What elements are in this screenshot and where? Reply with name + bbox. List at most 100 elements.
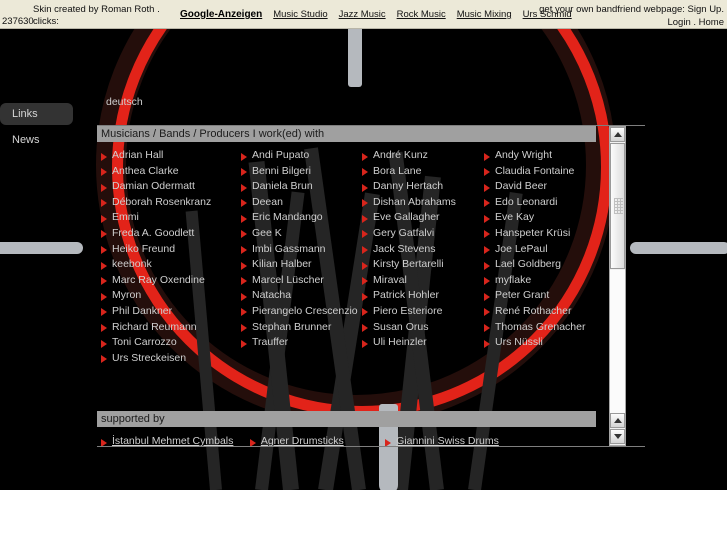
list-item[interactable]: Giannini Swiss Drums	[383, 434, 499, 446]
page-root: Skin created by Roman Roth . clicks: 237…	[0, 0, 727, 545]
scrollbar-track[interactable]	[610, 270, 625, 413]
scrollbar-grip-icon	[614, 198, 623, 214]
list-item[interactable]: Bora Lane	[360, 164, 482, 180]
list-item[interactable]: Urs Streckeisen	[99, 351, 239, 367]
list-item[interactable]: Jack Stevens	[360, 242, 482, 258]
login-link[interactable]: Login	[667, 17, 690, 28]
skin-credit-text: Skin created by Roman Roth . clicks:	[33, 4, 160, 27]
home-link[interactable]: Home	[699, 17, 724, 28]
list-item[interactable]: Gery Gatfalvi	[360, 226, 482, 242]
list-item[interactable]: Andi Pupato	[239, 148, 359, 164]
scroll-down-button[interactable]	[610, 429, 625, 444]
list-item[interactable]: Eve Gallagher	[360, 210, 482, 226]
chevron-up-icon	[613, 418, 622, 423]
scroll-up-button[interactable]	[610, 127, 625, 142]
google-ads-row: Google-Anzeigen Music Studio Jazz Music Roc…	[180, 9, 583, 20]
list-item[interactable]: Myron	[99, 288, 239, 304]
list-item[interactable]: Benni Bilgeri	[239, 164, 359, 180]
list-item[interactable]: Trauffer	[239, 335, 359, 351]
list-item[interactable]: Marcel Lüscher	[239, 273, 359, 289]
list-item[interactable]: Gee K	[239, 226, 359, 242]
list-item[interactable]: Anthea Clarke	[99, 164, 239, 180]
account-links: get your own bandfriend webpage: Sign Up…	[539, 3, 724, 29]
drumstick-right-art	[630, 242, 727, 254]
list-item[interactable]: Urs Nüssli	[482, 335, 607, 351]
supported-by-list: İstanbul Mehmet Cymbals Agner Drumsticks…	[99, 431, 619, 446]
ad-link-music-studio[interactable]: Music Studio	[273, 9, 327, 20]
musicians-column-4: Andy Wright Claudia Fontaine David Beer …	[482, 148, 607, 351]
ad-link-music-mixing[interactable]: Music Mixing	[457, 9, 512, 20]
list-item[interactable]: André Kunz	[360, 148, 482, 164]
list-item[interactable]: Freda A. Goodlett	[99, 226, 239, 242]
drumstick-top-art	[348, 29, 362, 87]
list-item[interactable]: Kirsty Bertarelli	[360, 257, 482, 273]
list-item[interactable]: Richard Reumann	[99, 320, 239, 336]
click-counter-value: 237630	[2, 16, 34, 27]
scrollbar-thumb[interactable]	[610, 143, 625, 269]
musicians-column-1: Adrian Hall Anthea Clarke Damian Odermat…	[99, 148, 239, 366]
list-item[interactable]: Peter Grant	[482, 288, 607, 304]
ad-link-rock-music[interactable]: Rock Music	[397, 9, 446, 20]
supported-by-heading: supported by	[97, 411, 596, 427]
list-item[interactable]: Joe LePaul	[482, 242, 607, 258]
list-item[interactable]: Deean	[239, 195, 359, 211]
chevron-up-icon	[613, 132, 622, 137]
list-item[interactable]: Andy Wright	[482, 148, 607, 164]
vertical-scrollbar[interactable]	[609, 126, 626, 446]
musicians-column-2: Andi Pupato Benni Bilgeri Daniela Brun D…	[239, 148, 359, 351]
list-item[interactable]: Stephan Brunner	[239, 320, 359, 336]
language-switch-link[interactable]: deutsch	[106, 96, 143, 108]
sidebar-item-news[interactable]: News	[0, 129, 95, 151]
list-item[interactable]: Lael Goldberg	[482, 257, 607, 273]
signup-link[interactable]: Sign Up	[688, 4, 722, 15]
sep-dot-1: .	[721, 4, 724, 15]
divider-bottom	[97, 446, 645, 447]
list-item[interactable]: myflake	[482, 273, 607, 289]
list-item[interactable]: Imbi Gassmann	[239, 242, 359, 258]
list-item[interactable]: Agner Drumsticks	[248, 434, 344, 446]
scroll-up-button-secondary[interactable]	[610, 413, 625, 428]
google-ads-label: Google-Anzeigen	[180, 9, 263, 20]
list-item[interactable]: Damian Odermatt	[99, 179, 239, 195]
sidebar-item-links[interactable]: Links	[0, 103, 73, 125]
list-item[interactable]: Eve Kay	[482, 210, 607, 226]
list-item[interactable]: Dishan Abrahams	[360, 195, 482, 211]
list-item[interactable]: Claudia Fontaine	[482, 164, 607, 180]
list-item[interactable]: Heiko Freund	[99, 242, 239, 258]
list-item[interactable]: Patrick Hohler	[360, 288, 482, 304]
musicians-section-heading: Musicians / Bands / Producers I work(ed)…	[97, 126, 596, 142]
list-item[interactable]: Phil Dankner	[99, 304, 239, 320]
top-ad-bar: Skin created by Roman Roth . clicks: 237…	[0, 0, 727, 29]
list-item[interactable]: Marc Ray Oxendine	[99, 273, 239, 289]
left-navigation: Links News	[0, 29, 95, 151]
list-item[interactable]: David Beer	[482, 179, 607, 195]
list-item[interactable]: keebonk	[99, 257, 239, 273]
list-item[interactable]: Hanspeter Krüsi	[482, 226, 607, 242]
content-panel: Musicians / Bands / Producers I work(ed)…	[97, 126, 628, 446]
list-item[interactable]: Toni Carrozzo	[99, 335, 239, 351]
skin-stage: Links News deutsch Musicians / Bands / P…	[0, 29, 727, 490]
list-item[interactable]: Eric Mandango	[239, 210, 359, 226]
list-item[interactable]: Susan Orus	[360, 320, 482, 336]
list-item[interactable]: Uli Heinzler	[360, 335, 482, 351]
list-item[interactable]: Piero Esteriore	[360, 304, 482, 320]
promo-text: get your own bandfriend webpage:	[539, 4, 685, 15]
sep-dot-2: .	[693, 17, 697, 28]
list-item[interactable]: Emmi	[99, 210, 239, 226]
ad-link-jazz-music[interactable]: Jazz Music	[339, 9, 386, 20]
list-item[interactable]: İstanbul Mehmet Cymbals	[99, 434, 233, 446]
list-item[interactable]: Daniela Brun	[239, 179, 359, 195]
page-footer	[0, 490, 727, 545]
list-item[interactable]: Déborah Rosenkranz	[99, 195, 239, 211]
list-item[interactable]: Miraval	[360, 273, 482, 289]
list-item[interactable]: Danny Hertach	[360, 179, 482, 195]
list-item[interactable]: Edo Leonardi	[482, 195, 607, 211]
list-item[interactable]: René Rothacher	[482, 304, 607, 320]
list-item[interactable]: Natacha	[239, 288, 359, 304]
list-item[interactable]: Pierangelo Crescenzio	[239, 304, 359, 320]
list-item[interactable]: Kilian Halber	[239, 257, 359, 273]
drumstick-left-art	[0, 242, 83, 254]
musicians-column-3: André Kunz Bora Lane Danny Hertach Disha…	[360, 148, 482, 351]
list-item[interactable]: Adrian Hall	[99, 148, 239, 164]
list-item[interactable]: Thomas Grenacher	[482, 320, 607, 336]
